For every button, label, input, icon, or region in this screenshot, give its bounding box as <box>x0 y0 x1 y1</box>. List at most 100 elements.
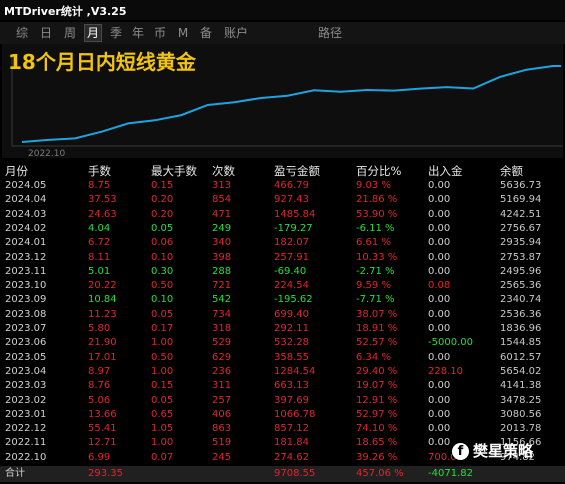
chart-start-date: 2022.10 <box>28 149 66 159</box>
cell-balance: 1836.96 <box>500 323 542 334</box>
cell-month: 2022.10 <box>5 451 47 463</box>
cell-max-lots: 0.15 <box>151 180 174 191</box>
header-percent: 百分比% <box>356 164 402 178</box>
cell-lots: 8.97 <box>88 365 111 377</box>
cell-count: 721 <box>212 280 232 292</box>
cell-lots: 5.80 <box>88 323 111 334</box>
cell-max-lots: 1.00 <box>151 437 174 449</box>
cell-lots: 24.63 <box>88 208 117 220</box>
cell-lots: 11.23 <box>88 308 117 320</box>
table-row: 2023.04 8.97 1.00 236 1284.54 29.40 % 228.10 56… <box>0 365 565 379</box>
tab-week[interactable]: 周 <box>62 25 78 41</box>
cell-count: 854 <box>212 194 232 206</box>
cell-max-lots: 0.07 <box>151 451 174 463</box>
cell-pnl: 181.84 <box>274 437 309 449</box>
cell-percent: -2.71 % <box>356 265 395 277</box>
cell-percent: 21.86 % <box>356 194 398 206</box>
table-row: 2024.05 8.75 0.15 313 466.79 9.03 % 0.00 5636.7… <box>0 179 565 193</box>
tab-currency[interactable]: 币 <box>152 25 168 41</box>
total-label: 合计 <box>5 468 25 479</box>
cell-pnl: 292.11 <box>274 323 309 334</box>
cell-pnl: 397.69 <box>274 394 309 406</box>
cell-pnl: -179.27 <box>274 222 313 234</box>
cell-balance: 5654.02 <box>500 365 542 377</box>
cell-balance: 2756.67 <box>500 222 542 234</box>
cell-balance: 3080.56 <box>500 408 542 420</box>
tab-account[interactable]: 账户 <box>220 25 252 41</box>
total-lots: 293.35 <box>88 468 123 479</box>
cell-balance: 2340.74 <box>500 294 542 306</box>
cell-percent: -7.71 % <box>356 294 395 306</box>
table-row: 2023.08 11.23 0.05 734 699.40 38.07 % 0.00 2536… <box>0 308 565 322</box>
cell-count: 863 <box>212 423 232 435</box>
cell-flow: 0.00 <box>428 323 451 334</box>
cell-count: 471 <box>212 208 232 220</box>
cell-lots: 55.41 <box>88 423 117 435</box>
cell-month: 2022.12 <box>5 423 47 435</box>
table-row: 2023.01 13.66 0.65 406 1066.78 52.97 % 0.00 308… <box>0 408 565 422</box>
table-row: 2023.06 21.90 1.00 529 532.28 52.57 % -5000.00… <box>0 336 565 350</box>
cell-flow: -5000.00 <box>428 337 473 349</box>
cell-pnl: 927.43 <box>274 194 309 206</box>
table-row: 2024.02 4.04 0.05 249 -179.27 -6.11 % 0.00 2756… <box>0 222 565 236</box>
cell-month: 2023.10 <box>5 280 47 292</box>
tab-year[interactable]: 年 <box>130 25 146 41</box>
cell-month: 2023.04 <box>5 365 47 377</box>
cell-max-lots: 1.00 <box>151 337 174 349</box>
cell-max-lots: 0.20 <box>151 194 174 206</box>
tab-m[interactable]: M <box>177 25 189 41</box>
header-deposit: 出入金 <box>428 164 463 178</box>
cell-flow: 0.00 <box>428 423 451 435</box>
cell-count: 406 <box>212 408 232 420</box>
cell-max-lots: 0.17 <box>151 323 174 334</box>
cell-lots: 10.84 <box>88 294 117 306</box>
cell-balance: 4141.38 <box>500 380 542 392</box>
table-row: 2023.02 5.06 0.05 257 397.69 12.91 % 0.00 3478.… <box>0 394 565 408</box>
cell-pnl: -195.62 <box>274 294 313 306</box>
cell-max-lots: 0.65 <box>151 408 174 420</box>
cell-month: 2023.05 <box>5 351 47 363</box>
cell-pnl: 1284.54 <box>274 365 316 377</box>
tab-month[interactable]: 月 <box>84 24 102 42</box>
table-row: 2024.03 24.63 0.20 471 1485.84 53.90 % 0.00 424… <box>0 208 565 222</box>
cell-flow: 0.00 <box>428 294 451 306</box>
cell-percent: -6.11 % <box>356 222 395 234</box>
cell-max-lots: 0.30 <box>151 265 174 277</box>
header-month: 月份 <box>5 164 28 178</box>
cell-lots: 17.01 <box>88 351 117 363</box>
cell-count: 313 <box>212 180 232 191</box>
table-row: 2023.05 17.01 0.50 629 358.55 6.34 % 0.00 6012.… <box>0 351 565 365</box>
cell-lots: 8.11 <box>88 251 111 263</box>
cell-flow: 0.00 <box>428 394 451 406</box>
cell-balance: 2935.94 <box>500 237 542 249</box>
cell-month: 2024.01 <box>5 237 47 249</box>
table-row: 2023.12 8.11 0.10 398 257.91 10.33 % 0.00 2753.… <box>0 251 565 265</box>
cell-percent: 29.40 % <box>356 365 398 377</box>
table-row: 2023.07 5.80 0.17 318 292.11 18.91 % 0.00 1836.… <box>0 322 565 336</box>
cell-flow: 0.00 <box>428 408 451 420</box>
cell-pnl: 663.13 <box>274 380 309 392</box>
cell-max-lots: 0.20 <box>151 208 174 220</box>
tab-quarter[interactable]: 季 <box>108 25 124 41</box>
cell-count: 311 <box>212 380 232 392</box>
cell-pnl: 532.28 <box>274 337 309 349</box>
cell-month: 2024.05 <box>5 180 47 191</box>
cell-balance: 3478.25 <box>500 394 542 406</box>
table-row: 2022.12 55.41 1.05 863 857.12 74.10 % 0.00 2013… <box>0 422 565 436</box>
cell-percent: 12.91 % <box>356 394 398 406</box>
cell-percent: 10.33 % <box>356 251 398 263</box>
cell-month: 2024.03 <box>5 208 47 220</box>
cell-percent: 19.07 % <box>356 380 398 392</box>
cell-max-lots: 0.50 <box>151 351 174 363</box>
tab-notes[interactable]: 备 <box>198 25 214 41</box>
equity-line <box>21 65 561 143</box>
tab-path[interactable]: 路径 <box>314 25 346 41</box>
table-row: 2024.04 37.53 0.20 854 927.43 21.86 % 0.00 5169… <box>0 193 565 207</box>
tab-day[interactable]: 日 <box>38 25 54 41</box>
tab-overview[interactable]: 综 <box>14 25 30 41</box>
cell-month: 2023.08 <box>5 308 47 320</box>
cell-balance: 5169.94 <box>500 194 542 206</box>
cell-pnl: 699.40 <box>274 308 309 320</box>
cell-percent: 9.59 % <box>356 280 391 292</box>
cell-month: 2023.09 <box>5 294 47 306</box>
